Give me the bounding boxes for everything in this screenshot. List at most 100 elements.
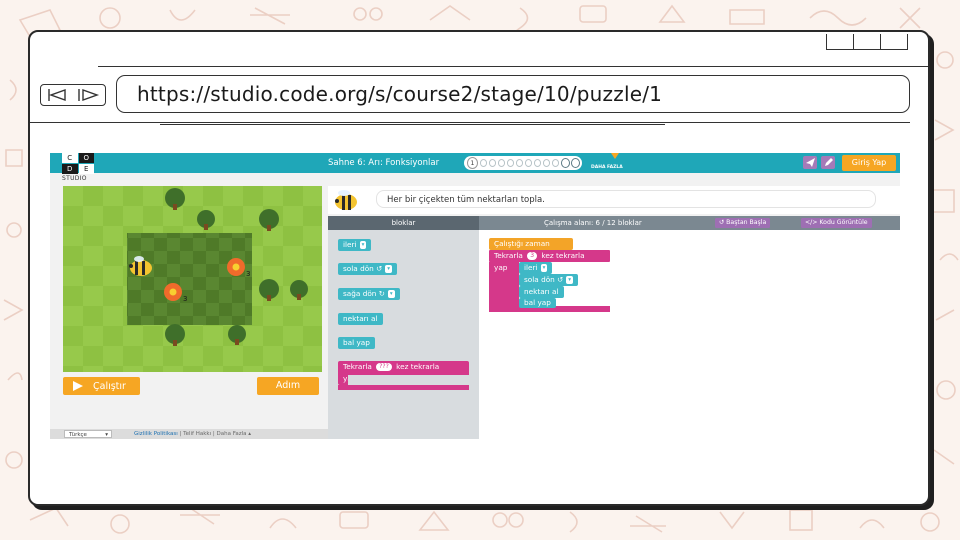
divider — [98, 66, 928, 67]
pencil-icon[interactable] — [821, 156, 835, 169]
url-text: https://studio.code.org/s/course2/stage/… — [137, 82, 663, 106]
workspace: Çalıştığı zaman Tekrarla 3 kez tekrarla … — [479, 230, 900, 439]
repeat-label: Tekrarla — [494, 251, 523, 260]
instructions-panel: Her bir çiçekten tüm nektarları topla. — [328, 186, 900, 214]
code-studio-logo[interactable]: C O D E STUDIO — [62, 153, 96, 183]
block-repeat[interactable]: Tekrarla ??? kez tekrarla yap — [338, 361, 469, 391]
block-label: sola dön ↺ — [343, 264, 383, 273]
language-select[interactable]: Türkçe ▾ — [64, 430, 112, 438]
more-link[interactable]: Daha Fazla — [217, 431, 247, 437]
more-arrow-icon[interactable] — [611, 153, 619, 159]
block-get-nectar[interactable]: nektarı al — [519, 286, 564, 298]
block-label: bal yap — [524, 298, 551, 307]
code-studio-app: C O D E STUDIO Sahne 6: Arı: Fonksiyonla… — [50, 153, 900, 439]
copyright-link[interactable]: Telif Hakkı — [183, 431, 211, 437]
chevron-down-icon: ▾ — [105, 432, 108, 438]
puzzle-dot[interactable] — [506, 159, 515, 167]
app-footer: Türkçe ▾ Gizlilik Politikası | Telif Hak… — [50, 429, 328, 439]
run-label: Çalıştır — [93, 380, 126, 392]
puzzle-dot[interactable] — [542, 159, 550, 167]
when-run-block[interactable]: Çalıştığı zaman — [489, 238, 573, 250]
flower-icon — [164, 283, 182, 301]
step-button[interactable]: Adım — [257, 377, 319, 395]
repeat-suffix: kez tekrarla — [396, 362, 440, 371]
sign-in-button[interactable]: Giriş Yap — [842, 155, 896, 171]
puzzle-dot[interactable] — [488, 159, 497, 167]
toolbox: ileri ▾ sola dön ↺ ▾ sağa dön ↻ ▾ nektarı a… — [328, 230, 479, 439]
current-puzzle[interactable]: 1 — [467, 157, 478, 169]
flower-count: 3 — [246, 270, 250, 278]
instruction-text: Her bir çiçekten tüm nektarları topla. — [376, 190, 876, 208]
address-bar[interactable]: https://studio.code.org/s/course2/stage/… — [116, 75, 910, 113]
block-turn-left[interactable]: sola dön ↺ ▾ — [519, 274, 579, 286]
back-arrow-icon[interactable] — [45, 87, 69, 103]
block-make-honey[interactable]: bal yap — [338, 337, 375, 349]
game-maze: 3 3 — [63, 186, 322, 372]
run-button[interactable]: Çalıştır — [63, 377, 140, 395]
language-value: Türkçe — [69, 432, 87, 438]
block-label: sola dön ↺ — [524, 275, 564, 284]
block-label: sağa dön ↻ — [343, 289, 385, 298]
caret-icon: ▴ — [248, 431, 252, 437]
dropdown-icon[interactable]: ▾ — [566, 276, 574, 284]
puzzle-dot[interactable] — [571, 158, 581, 168]
block-label: ileri — [524, 263, 538, 272]
block-label: nektarı al — [524, 287, 559, 296]
block-move-forward[interactable]: ileri ▾ — [338, 239, 372, 251]
flower-icon — [227, 258, 245, 276]
browser-window: https://studio.code.org/s/course2/stage/… — [28, 30, 930, 506]
flower-count: 3 — [183, 295, 187, 303]
puzzle-dot[interactable] — [533, 159, 542, 167]
block-label: nektarı al — [343, 314, 378, 323]
logo-text: STUDIO — [62, 175, 87, 182]
puzzle-dot[interactable] — [515, 159, 524, 167]
dropdown-icon[interactable]: ▾ — [387, 290, 395, 298]
privacy-link[interactable]: Gizlilik Politikası — [134, 431, 178, 437]
puzzle-progress[interactable]: 1 — [464, 156, 582, 170]
block-move-forward[interactable]: ileri ▾ — [519, 262, 553, 274]
puzzle-dot[interactable] — [551, 159, 559, 167]
dropdown-icon[interactable]: ▾ — [385, 265, 393, 273]
minimize-button[interactable] — [827, 34, 854, 49]
logo-letter: O — [78, 153, 94, 163]
show-code-button[interactable]: </> Kodu Görüntüle — [801, 218, 872, 228]
maximize-button[interactable] — [854, 34, 881, 49]
logo-letter: C — [62, 153, 78, 163]
toolbox-header: bloklar — [328, 216, 479, 230]
more-label[interactable]: DAHA FAZLA — [591, 165, 623, 170]
block-turn-right[interactable]: sağa dön ↻ ▾ — [338, 288, 400, 300]
window-controls[interactable] — [826, 34, 908, 50]
workspace-header: Çalışma alanı: 6 / 12 bloklar ↺ Baştan B… — [479, 216, 900, 230]
divider — [30, 122, 910, 123]
block-turn-left[interactable]: sola dön ↺ ▾ — [338, 263, 398, 275]
puzzle-dot[interactable] — [479, 159, 488, 167]
puzzle-dot[interactable] — [497, 159, 506, 167]
dropdown-icon[interactable]: ▾ — [359, 241, 367, 249]
repeat-count[interactable]: 3 — [527, 252, 538, 260]
repeat-slot — [348, 375, 469, 385]
logo-letter: D — [62, 164, 78, 174]
stage-title: Sahne 6: Arı: Fonksiyonlar — [328, 158, 440, 168]
repeat-footer — [338, 385, 469, 390]
block-make-honey[interactable]: bal yap — [519, 298, 556, 308]
reset-button[interactable]: ↺ Baştan Başla — [715, 218, 771, 228]
workspace-count: Çalışma alanı: 6 / 12 bloklar — [544, 219, 642, 227]
forward-arrow-icon[interactable] — [77, 87, 101, 103]
reset-label: Baştan Başla — [726, 219, 767, 226]
show-code-label: Kodu Görüntüle — [819, 219, 868, 226]
puzzle-dot[interactable] — [524, 159, 533, 167]
divider — [160, 124, 665, 125]
block-label: ileri — [343, 240, 357, 249]
block-label: bal yap — [343, 338, 370, 347]
play-icon — [73, 381, 83, 391]
puzzle-dot[interactable] — [560, 158, 570, 168]
repeat-count-slot[interactable]: ??? — [376, 363, 392, 371]
block-get-nectar[interactable]: nektarı al — [338, 313, 383, 325]
repeat-suffix: kez tekrarla — [541, 251, 585, 260]
nav-buttons — [40, 84, 106, 106]
dropdown-icon[interactable]: ▾ — [540, 264, 548, 272]
share-icon[interactable] — [803, 156, 817, 169]
bee-avatar-icon — [335, 190, 357, 210]
close-button[interactable] — [881, 34, 907, 49]
do-label: yap — [494, 263, 508, 272]
